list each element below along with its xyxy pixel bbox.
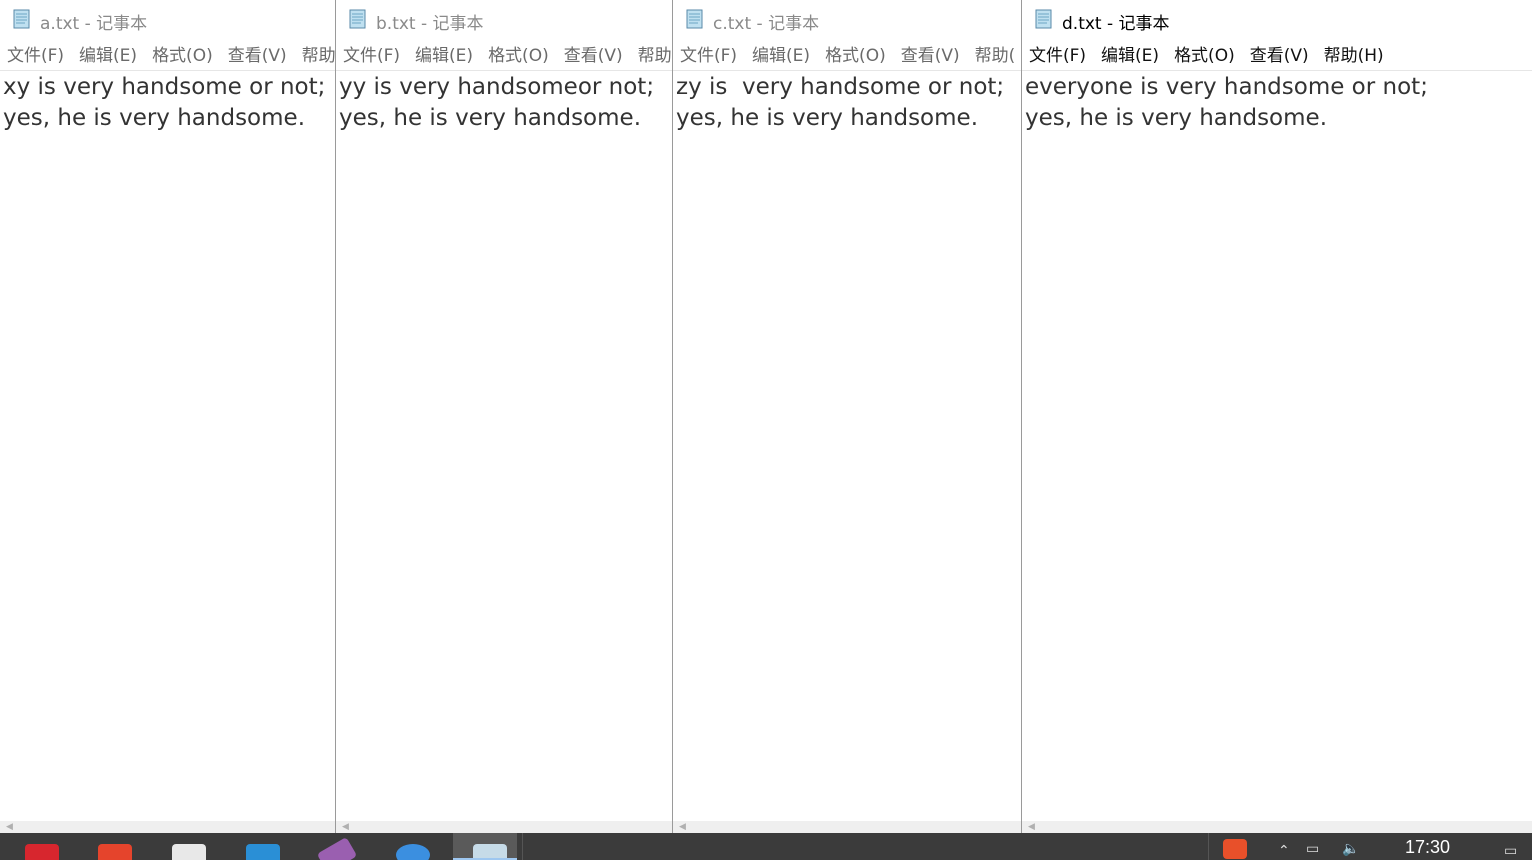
notepad-window-d[interactable]: d.txt - 记事本 文件(F) 编辑(E) 格式(O) 查看(V) 帮助(H) ev… — [1022, 0, 1532, 833]
blue-app-icon — [246, 844, 280, 860]
menu-format[interactable]: 格式(O) — [488, 42, 549, 70]
show-hidden-icons-icon[interactable]: ⌃ — [1278, 843, 1290, 859]
notification-center-icon[interactable]: ▭ — [1504, 843, 1517, 859]
window-title: a.txt - 记事本 — [40, 14, 148, 34]
menu-format[interactable]: 格式(O) — [825, 42, 886, 70]
menu-divider — [1022, 70, 1532, 71]
menu-help[interactable]: 帮助( — [975, 42, 1016, 70]
red-app-icon — [25, 844, 59, 860]
text-editor-area[interactable]: xy is very handsome or not; yes, he is v… — [3, 72, 335, 821]
menu-view[interactable]: 查看(V) — [901, 42, 960, 70]
ime-indicator[interactable] — [1205, 833, 1269, 860]
horizontal-scrollbar[interactable]: ◀ — [336, 821, 672, 833]
taskbar: ⌃ ▭ 🔈 17:30 ▭ — [0, 833, 1532, 860]
notepad-icon — [473, 844, 507, 860]
horizontal-scrollbar[interactable]: ◀ — [673, 821, 1021, 833]
notepad-window-a[interactable]: a.txt - 记事本 文件(F) 编辑(E) 格式(O) 查看(V) 帮助 xy is… — [0, 0, 335, 833]
text-editor-area[interactable]: zy is very handsome or not; yes, he is v… — [676, 72, 1021, 821]
taskbar-app-2[interactable] — [78, 833, 142, 860]
menu-bar: 文件(F) 编辑(E) 格式(O) 查看(V) 帮助(H) — [1022, 42, 1532, 70]
menu-file[interactable]: 文件(F) — [1029, 42, 1086, 70]
notepad-icon — [349, 9, 366, 29]
menu-edit[interactable]: 编辑(E) — [79, 42, 137, 70]
notepad-icon — [1035, 9, 1052, 29]
menu-view[interactable]: 查看(V) — [564, 42, 623, 70]
menu-file[interactable]: 文件(F) — [7, 42, 64, 70]
menu-edit[interactable]: 编辑(E) — [1101, 42, 1159, 70]
menu-help[interactable]: 帮助 — [638, 42, 672, 70]
taskbar-app-4[interactable] — [226, 833, 290, 860]
scroll-left-arrow-icon[interactable]: ◀ — [6, 822, 13, 832]
scroll-left-arrow-icon[interactable]: ◀ — [679, 822, 686, 832]
scroll-left-arrow-icon[interactable]: ◀ — [1028, 822, 1035, 832]
menu-help[interactable]: 帮助(H) — [1324, 42, 1384, 70]
menu-file[interactable]: 文件(F) — [343, 42, 400, 70]
text-editor-icon — [172, 844, 206, 860]
volume-icon[interactable]: 🔈 — [1342, 841, 1359, 857]
window-title: b.txt - 记事本 — [376, 14, 484, 34]
menu-edit[interactable]: 编辑(E) — [415, 42, 473, 70]
taskbar-app-3[interactable] — [152, 833, 216, 860]
notepad-icon — [686, 9, 703, 29]
paint-icon — [316, 836, 358, 860]
taskbar-divider — [522, 833, 523, 860]
blue-circle-app-icon — [396, 844, 430, 860]
horizontal-scrollbar[interactable]: ◀ — [1022, 821, 1532, 833]
window-title: c.txt - 记事本 — [713, 14, 820, 34]
wps-icon — [98, 844, 132, 860]
menu-view[interactable]: 查看(V) — [228, 42, 287, 70]
horizontal-scrollbar[interactable]: ◀ — [0, 821, 335, 833]
title-bar[interactable]: c.txt - 记事本 — [673, 0, 1021, 38]
window-title: d.txt - 记事本 — [1062, 14, 1170, 34]
network-icon[interactable]: ▭ — [1306, 841, 1319, 857]
title-bar[interactable]: a.txt - 记事本 — [0, 0, 335, 38]
notepad-window-b[interactable]: b.txt - 记事本 文件(F) 编辑(E) 格式(O) 查看(V) 帮助 yy is… — [336, 0, 672, 833]
menu-divider — [0, 70, 335, 71]
scroll-left-arrow-icon[interactable]: ◀ — [342, 822, 349, 832]
menu-bar: 文件(F) 编辑(E) 格式(O) 查看(V) 帮助( — [673, 42, 1021, 70]
taskbar-app-notepad[interactable] — [453, 833, 517, 860]
title-bar[interactable]: b.txt - 记事本 — [336, 0, 672, 38]
taskbar-app-5[interactable] — [300, 833, 364, 860]
title-bar[interactable]: d.txt - 记事本 — [1022, 0, 1532, 38]
text-editor-area[interactable]: everyone is very handsome or not; yes, h… — [1025, 72, 1532, 821]
taskbar-app-1[interactable] — [5, 833, 69, 860]
notepad-icon — [13, 9, 30, 29]
menu-bar: 文件(F) 编辑(E) 格式(O) 查看(V) 帮助 — [336, 42, 672, 70]
menu-view[interactable]: 查看(V) — [1250, 42, 1309, 70]
menu-divider — [336, 70, 672, 71]
menu-bar: 文件(F) 编辑(E) 格式(O) 查看(V) 帮助 — [0, 42, 335, 70]
taskbar-app-6[interactable] — [376, 833, 440, 860]
menu-help[interactable]: 帮助 — [302, 42, 335, 70]
menu-format[interactable]: 格式(O) — [1174, 42, 1235, 70]
menu-format[interactable]: 格式(O) — [152, 42, 213, 70]
text-editor-area[interactable]: yy is very handsomeor not; yes, he is ve… — [339, 72, 672, 821]
sogou-ime-icon — [1223, 839, 1247, 859]
system-clock[interactable]: 17:30 — [1405, 837, 1450, 858]
menu-edit[interactable]: 编辑(E) — [752, 42, 810, 70]
notepad-window-c[interactable]: c.txt - 记事本 文件(F) 编辑(E) 格式(O) 查看(V) 帮助( zy i… — [673, 0, 1021, 833]
menu-file[interactable]: 文件(F) — [680, 42, 737, 70]
menu-divider — [673, 70, 1021, 71]
